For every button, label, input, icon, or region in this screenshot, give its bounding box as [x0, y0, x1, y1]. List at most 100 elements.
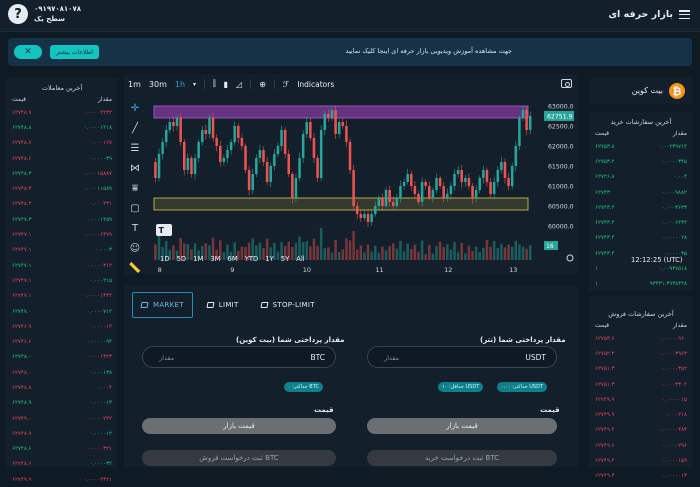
row-price: ۶۲۷۴۳	[595, 189, 610, 196]
chart-toolbar: 1m 30m 1h ▾ ⫿ ▮ ◿ ⊕ ℱ Indicators	[124, 74, 578, 94]
price-chart[interactable]: 63000.0 62500.0 62000.0 61500.0 61000.0 60500…	[124, 98, 578, 274]
tab-stop-limit[interactable]: STOP-LIMIT	[253, 292, 323, 318]
candle	[283, 130, 287, 154]
row-amount: ۰.۰۰۰۰۱۴	[89, 323, 112, 330]
candle	[219, 146, 222, 162]
range-5d[interactable]: 5D	[177, 255, 187, 263]
range-5y[interactable]: 5Y	[281, 255, 289, 263]
ticker-name: بیت کوین	[631, 86, 663, 95]
sell-market-price-button[interactable]: قیمت بازار	[142, 418, 336, 434]
zone-support	[153, 197, 529, 211]
help-icon[interactable]: ?	[8, 4, 28, 24]
range-ytd[interactable]: YTD	[245, 255, 259, 263]
candle	[388, 190, 391, 202]
candle	[460, 170, 463, 182]
candle	[200, 130, 204, 142]
volume-bar	[154, 244, 157, 260]
candle	[402, 182, 406, 186]
user-area[interactable]: ? ۰۹۱۹۷۰۸۱۰۷۸ سطح یک	[8, 4, 81, 24]
range-6m[interactable]: 6M	[228, 255, 238, 263]
candle	[276, 146, 280, 154]
add-icon[interactable]: ⊕	[259, 80, 266, 89]
order-row: ۶۲۷۴۹.۴ ۰.۰۰۰۰۰۴۸۳	[595, 423, 687, 438]
order-row: ۶۲۷۵۳.۶ ۰.۰۰۰۰۰۹۶۰	[595, 331, 687, 346]
row-amount: ۰.۰۰۰۳۶۴۳	[661, 204, 687, 211]
row-price: ۶۲۷۴۸.۰	[12, 369, 32, 376]
compare-icon[interactable]: ⫿	[213, 79, 216, 89]
order-row: ۶۲۷۴۸.۶ ۰.۰۰۰۰۳۹	[12, 151, 112, 166]
row-amount: ۰.۰۰۰۰۱۵۹	[661, 458, 687, 465]
range-3m[interactable]: 3M	[210, 255, 220, 263]
candle	[298, 158, 301, 178]
indicators-icon[interactable]: ℱ	[283, 80, 289, 89]
buy-max-pill: حداکثر: ۰.۰۰ USDT	[497, 382, 548, 392]
row-price: ۱	[595, 281, 598, 288]
volume-bar	[384, 250, 388, 260]
banner-text[interactable]: جهت مشاهده آموزش ویدیویی بازار حرفه ای ا…	[346, 47, 512, 55]
candle	[309, 122, 312, 138]
candle	[172, 122, 175, 126]
sell-submit-button[interactable]: ثبت درخواست فروش BTC	[142, 450, 336, 466]
area-chart-icon[interactable]: ◿	[236, 80, 242, 89]
row-price: ۶۲۷۴۷.۱	[12, 277, 32, 284]
volume-bar	[431, 253, 435, 260]
buy-amount-input[interactable]: مقدار USDT	[367, 346, 557, 368]
range-1y[interactable]: 1Y	[265, 255, 273, 263]
sell-amount-placeholder: مقدار	[159, 354, 175, 362]
volume-bar	[428, 245, 431, 260]
order-row: ۶۲۷۵۱.۳ ۰.۰۰۰۰۳۵۲	[595, 362, 687, 377]
info-banner[interactable]: ✕ اطلاعات بیشتر جهت مشاهده آموزش ویدیویی…	[8, 38, 692, 66]
volume-bar	[528, 245, 532, 260]
row-price: ۶۲۷۴۹.۴	[595, 458, 615, 465]
menu-icon[interactable]	[679, 10, 690, 19]
chevron-down-icon[interactable]: ▾	[193, 81, 196, 88]
tab-limit[interactable]: LIMIT	[199, 292, 247, 318]
candle	[294, 178, 298, 198]
interval-1h[interactable]: 1h	[175, 80, 185, 89]
buy-submit-button[interactable]: ثبت درخواست خرید BTC	[367, 450, 557, 466]
tab-market[interactable]: MARKET	[132, 292, 193, 318]
row-amount: ۰.۰۰۰۳۳۰۲	[661, 381, 687, 388]
indicators-button[interactable]: Indicators	[297, 80, 334, 89]
row-amount: ۰.۰۰۰۰۲۳۲۱	[83, 476, 112, 483]
sell-orders-header: قیمت مقدار	[589, 318, 693, 331]
candle	[222, 158, 226, 162]
order-row: ۶۲۷۴۹.۴ ۰.۰۰۰۰۱۵۹	[595, 453, 687, 468]
interval-1m[interactable]: 1m	[128, 80, 141, 89]
volume-bar	[406, 243, 409, 260]
range-all[interactable]: All	[296, 255, 304, 263]
close-icon[interactable]: ✕	[14, 45, 42, 59]
candle	[161, 142, 164, 154]
range-1d[interactable]: 1D	[160, 255, 170, 263]
order-row: ۶۲۷۴۹.۹ ۰.۰۰۰۲۱۸	[595, 407, 687, 422]
candle	[428, 186, 431, 198]
sell-orders-panel: آخرین سفارشات فروش قیمت مقدار ۶۲۷۵۳.۶ ۰.۰…	[589, 296, 693, 479]
settings-icon[interactable]	[566, 254, 574, 262]
order-row: ۶۲۷۴۷.۱ ۰.۰۰۰۰۶۳۷۹	[12, 227, 112, 242]
candle	[399, 186, 402, 198]
volume-bar	[391, 243, 395, 260]
camera-icon[interactable]	[561, 79, 572, 88]
order-row: ۶۲۷۴۷.۱ ۰.۰۰۰۰۳۱۲	[12, 258, 112, 273]
row-amount: ۰.۰۰۰۰۳۴۵	[661, 158, 687, 165]
buy-market-price-button[interactable]: قیمت بازار	[367, 418, 557, 434]
order-row: ۶۲۷۴۸.۷ ۰.۰۰۰۱۶۷	[12, 136, 112, 151]
candle	[352, 170, 355, 206]
candle	[482, 170, 485, 178]
volume-bar	[330, 252, 334, 260]
volume-bar	[334, 240, 337, 260]
range-1m[interactable]: 1M	[193, 255, 203, 263]
candles-icon[interactable]: ▮	[224, 80, 228, 89]
order-row: ۶۲۷۴۷.۰ ۰.۰۰۰۰۷۱۲	[12, 304, 112, 319]
candle	[377, 198, 381, 206]
row-price: ۶۲۷۴۹.۳	[595, 473, 615, 480]
row-price: ۶۲۷۴۹.۹	[595, 396, 615, 403]
more-info-button[interactable]: اطلاعات بیشتر	[50, 45, 99, 59]
col-price: قیمت	[12, 96, 27, 103]
candle	[510, 166, 514, 186]
candle	[424, 182, 427, 186]
interval-30m[interactable]: 30m	[149, 80, 167, 89]
sell-amount-input[interactable]: مقدار BTC	[142, 346, 336, 368]
candle	[467, 178, 471, 186]
row-price: ۶۲۷۴۳.۴	[595, 204, 615, 211]
